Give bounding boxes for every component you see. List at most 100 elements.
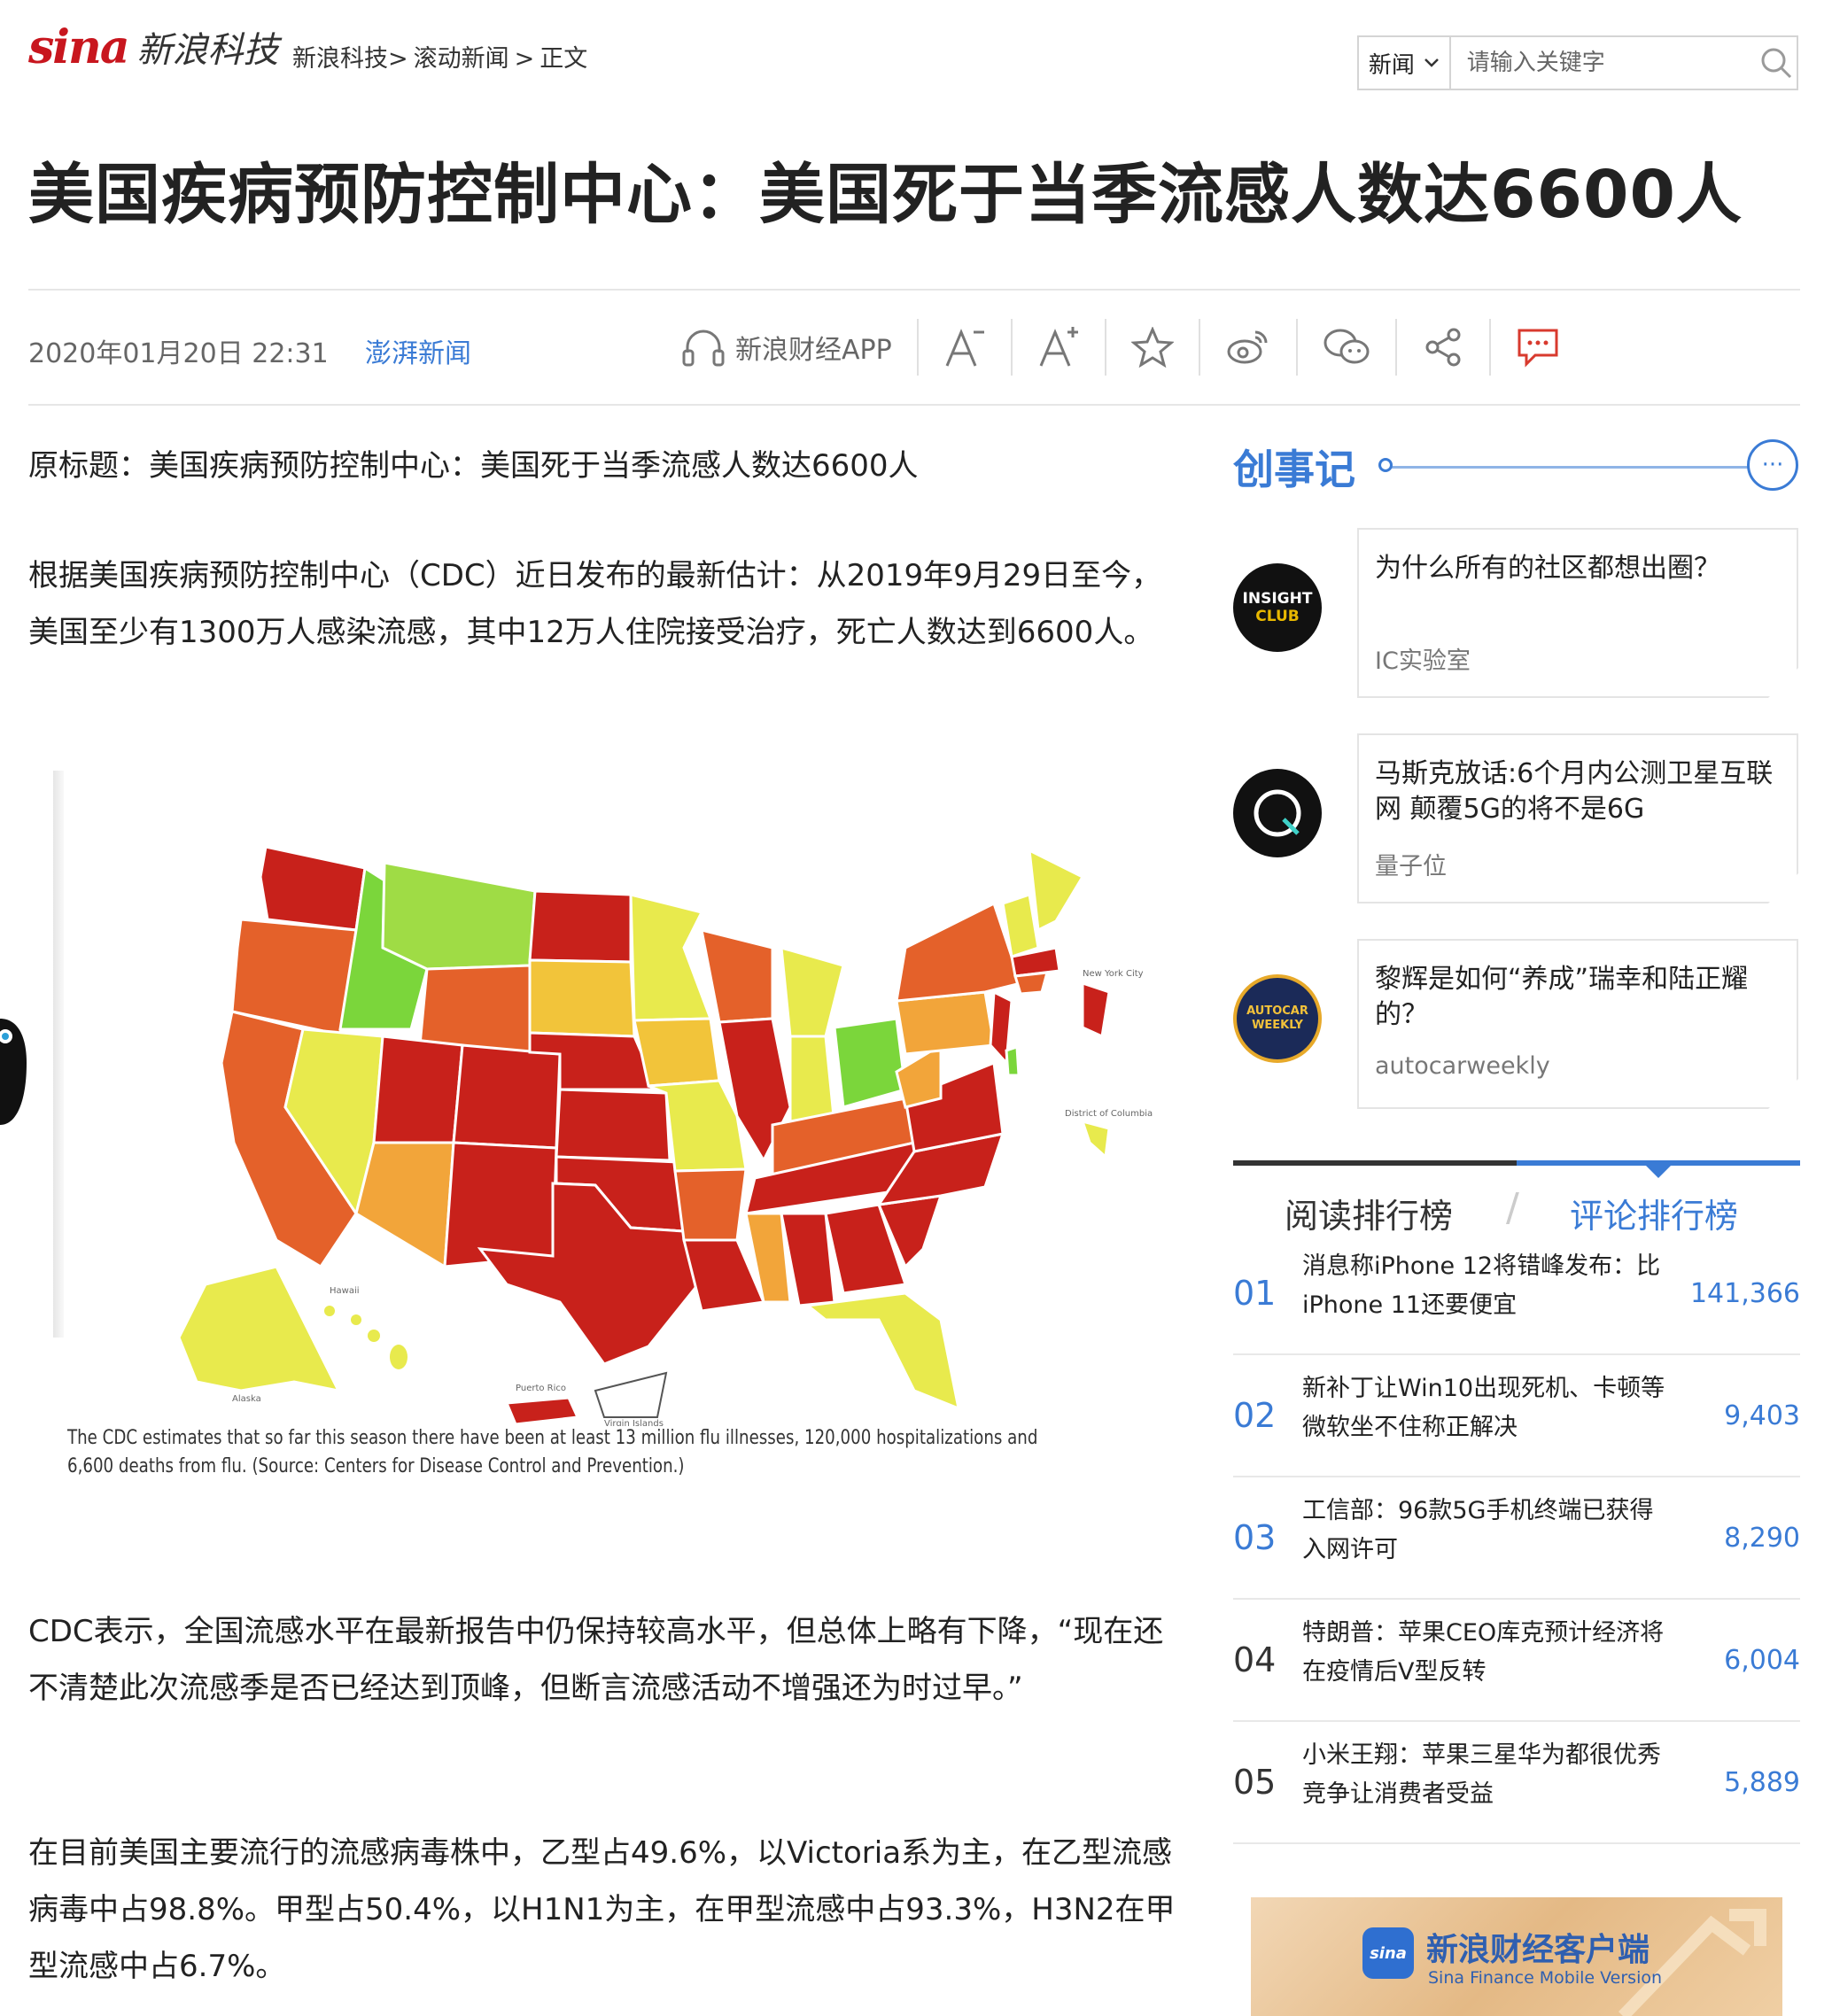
- share-wechat-button[interactable]: [1298, 319, 1397, 376]
- banner-title: 新浪财经客户端: [1426, 1932, 1650, 1968]
- rank-item[interactable]: 01 消息称iPhone 12将错峰发布：比iPhone 11还要便宜 141,…: [1233, 1233, 1800, 1355]
- avatar[interactable]: AUTOCAR WEEKLY: [1233, 974, 1322, 1063]
- headphones-icon: [682, 330, 725, 367]
- card-source: IC实验室: [1375, 647, 1471, 675]
- tab-read-ranking[interactable]: 阅读排行榜: [1285, 1189, 1453, 1237]
- breadcrumb-current: 正文: [540, 45, 588, 73]
- rank-number: 05: [1233, 1763, 1277, 1802]
- star-icon: [1130, 327, 1174, 368]
- comment-button[interactable]: [1491, 319, 1585, 376]
- share-icon: [1425, 328, 1461, 367]
- card-title[interactable]: 马斯克放话:6个月内公测卫星互联网 颠覆5G的将不是6G: [1375, 756, 1775, 827]
- search-input[interactable]: [1450, 49, 1756, 77]
- rank-item[interactable]: 04 特朗普：苹果CEO库克预计经济将在疫情后V型反转 6,004: [1233, 1600, 1800, 1722]
- rank-title[interactable]: 新补丁让Win10出现死机、卡顿等 微软坐不住称正解决: [1302, 1369, 1674, 1447]
- card-corner: [1768, 668, 1798, 698]
- original-title-paragraph: 原标题：美国疾病预防控制中心：美国死于当季流感人数达6600人: [28, 448, 919, 484]
- map-state-connecticut: [1013, 971, 1050, 996]
- rank-item[interactable]: 05 小米王翔：苹果三星华为都很优秀 竞争让消费者受益 5,889: [1233, 1722, 1800, 1844]
- sidebar-card[interactable]: 为什么所有的社区都想出圈？ IC实验室: [1357, 528, 1798, 698]
- breadcrumb-separator: >: [514, 45, 535, 73]
- card-source: autocarweekly: [1375, 1052, 1550, 1080]
- rank-title[interactable]: 特朗普：苹果CEO库克预计经济将在疫情后V型反转: [1302, 1614, 1674, 1692]
- map-hawaii-island: [351, 1314, 361, 1325]
- breadcrumb: 新浪科技> 滚动新闻 > 正文: [292, 39, 593, 74]
- avatar-insight-club: INSIGHT CLUB: [1242, 590, 1313, 625]
- share-weibo-button[interactable]: [1200, 319, 1298, 376]
- rank-count: 141,366: [1689, 1277, 1800, 1309]
- sidebar-heading[interactable]: 创事记: [1233, 438, 1355, 496]
- map-hawaii-island: [368, 1330, 380, 1342]
- map-state-colorado: [452, 1043, 562, 1150]
- map-state-indiana: [788, 1035, 836, 1127]
- search-icon: [1761, 48, 1791, 79]
- article-source-link[interactable]: 澎湃新闻: [365, 331, 471, 370]
- breadcrumb-home[interactable]: 新浪科技>: [292, 45, 408, 73]
- sina-finance-logo-icon: sina: [1362, 1927, 1414, 1979]
- card-title[interactable]: 黎辉是如何“养成”瑞幸和陆正耀的？: [1375, 962, 1775, 1033]
- map-state-arkansas: [673, 1167, 748, 1242]
- map-label-dc: District of Columbia: [1065, 1109, 1153, 1119]
- map-state-new-mexico: [443, 1141, 558, 1268]
- avatar-autocar-weekly: AUTOCAR WEEKLY: [1246, 1004, 1308, 1032]
- rank-count: 8,290: [1724, 1522, 1800, 1554]
- qubit-logo-icon: [1254, 789, 1301, 837]
- map-state-south-dakota: [528, 958, 636, 1038]
- font-increase-icon: [1039, 327, 1078, 367]
- rank-title[interactable]: 小米王翔：苹果三星华为都很优秀 竞争让消费者受益: [1302, 1736, 1674, 1814]
- search-button[interactable]: [1756, 37, 1797, 89]
- share-button[interactable]: [1397, 319, 1491, 376]
- article-paragraph: CDC表示，全国流感水平在最新报告中仍保持较高水平，但总体上略有下降，“现在还不…: [28, 1614, 1164, 1706]
- rank-item[interactable]: 03 工信部：96款5G手机终端已获得入网许可 8,290: [1233, 1477, 1800, 1600]
- rank-title[interactable]: 消息称iPhone 12将错峰发布：比iPhone 11还要便宜: [1302, 1247, 1674, 1325]
- divider: [28, 404, 1800, 406]
- tab-separator: /: [1506, 1185, 1519, 1230]
- map-label-new-york-city: New York City: [1083, 969, 1144, 979]
- avatar[interactable]: INSIGHT CLUB: [1233, 563, 1322, 652]
- rank-item[interactable]: 02 新补丁让Win10出现死机、卡顿等 微软坐不住称正解决 9,403: [1233, 1355, 1800, 1477]
- font-decrease-icon: [945, 329, 984, 367]
- rank-count: 5,889: [1724, 1766, 1800, 1798]
- mascot-icon[interactable]: [0, 1010, 30, 1134]
- font-decrease-button[interactable]: [919, 319, 1013, 376]
- tab-comment-ranking[interactable]: 评论排行榜: [1570, 1189, 1738, 1237]
- rank-title[interactable]: 工信部：96款5G手机终端已获得入网许可: [1302, 1492, 1674, 1570]
- divider: [28, 289, 1800, 291]
- publish-date: 2020年01月20日 22:31: [28, 338, 329, 369]
- sina-tech-logo-text: 新浪科技: [136, 30, 279, 71]
- font-increase-button[interactable]: [1013, 319, 1106, 376]
- breadcrumb-rolling-news[interactable]: 滚动新闻: [414, 45, 509, 73]
- card-source: 量子位: [1375, 853, 1447, 880]
- article-paragraph: 根据美国疾病预防控制中心（CDC）近日发布的最新估计：从2019年9月29日至今…: [28, 558, 1162, 650]
- map-label-hawaii: Hawaii: [330, 1286, 360, 1296]
- chevron-down-icon: [1424, 58, 1439, 67]
- card-corner: [1768, 873, 1798, 903]
- flu-activity-map: New York City District of Columbia Hawai…: [64, 771, 1162, 1479]
- sidebar-card[interactable]: 马斯克放话:6个月内公测卫星互联网 颠覆5G的将不是6G 量子位: [1357, 733, 1798, 903]
- rank-number: 03: [1233, 1518, 1277, 1557]
- card-title[interactable]: 为什么所有的社区都想出圈？: [1375, 551, 1775, 586]
- active-tab-indicator: [1646, 1166, 1671, 1178]
- favorite-button[interactable]: [1106, 319, 1200, 376]
- sidebar-card[interactable]: 黎辉是如何“养成”瑞幸和陆正耀的？ autocarweekly: [1357, 939, 1798, 1109]
- rank-count: 9,403: [1724, 1400, 1800, 1431]
- map-hawaii-island: [390, 1345, 408, 1369]
- article-title: 美国疾病预防控制中心：美国死于当季流感人数达6600人: [28, 157, 1743, 233]
- figure-caption: The CDC estimates that so far this seaso…: [67, 1427, 1038, 1477]
- search-category-value: 新闻: [1368, 51, 1415, 79]
- search-category-select[interactable]: 新闻: [1359, 37, 1451, 89]
- map-label-puerto-rico: Puerto Rico: [516, 1384, 566, 1393]
- map-state-pennsylvania: [895, 990, 996, 1056]
- avatar[interactable]: [1233, 769, 1322, 857]
- map-state-delaware: [1005, 1044, 1021, 1077]
- map-label-alaska: Alaska: [232, 1394, 261, 1404]
- site-logo[interactable]: sina 新浪科技: [28, 16, 279, 78]
- finance-app-banner[interactable]: sina 新浪财经客户端 Sina Finance Mobile Version: [1251, 1897, 1782, 2016]
- rank-number: 04: [1233, 1640, 1277, 1679]
- weibo-icon: [1227, 330, 1268, 364]
- sidebar-heading-line: [1384, 466, 1756, 469]
- more-button[interactable]: ···: [1747, 439, 1798, 491]
- article-paragraph: 在目前美国主要流行的流感病毒株中，乙型占49.6%，以Victoria系为主，在…: [28, 1835, 1176, 1984]
- listen-app-button[interactable]: 新浪财经APP: [680, 319, 919, 376]
- wechat-icon: [1324, 329, 1370, 364]
